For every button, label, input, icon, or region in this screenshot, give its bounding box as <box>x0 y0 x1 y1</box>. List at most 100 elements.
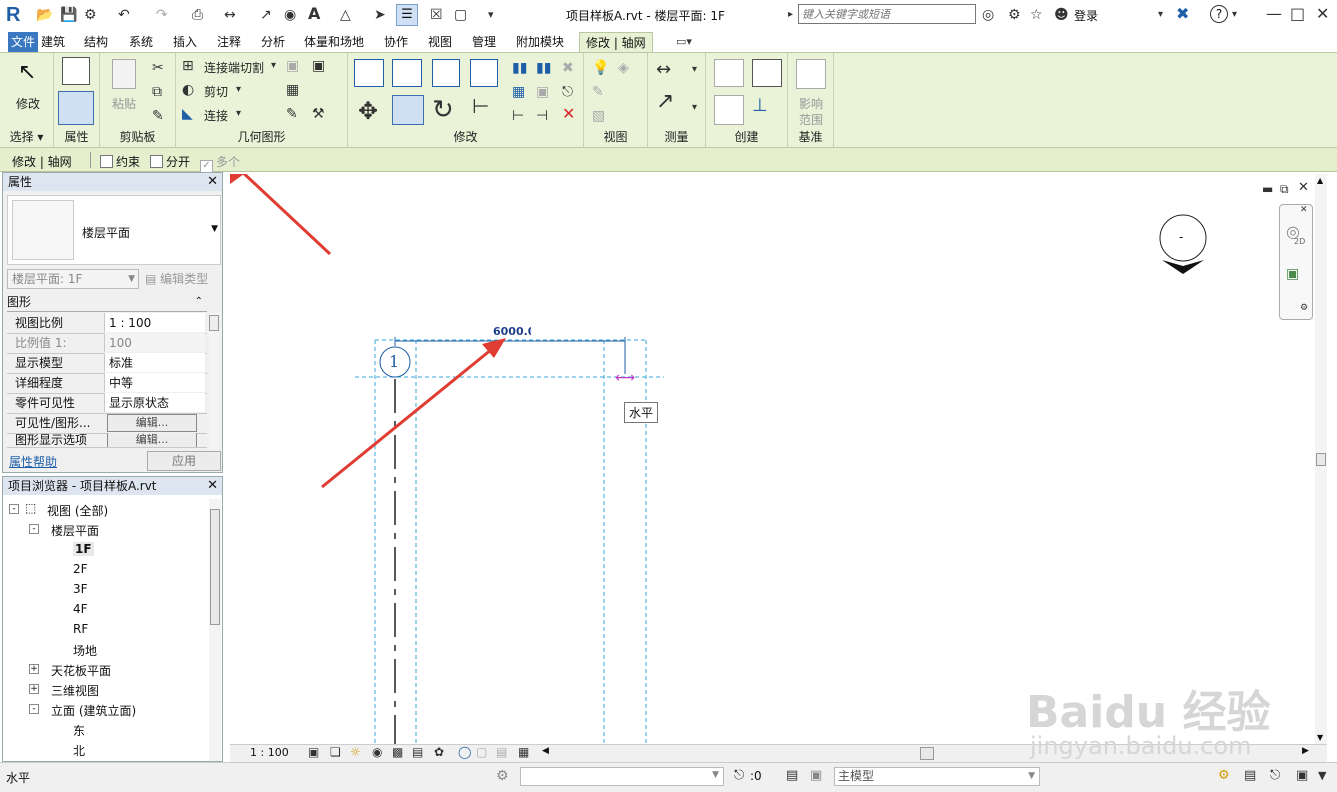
view-minimize-icon[interactable]: ▬ <box>1262 180 1273 198</box>
scope-box-icon[interactable] <box>796 59 826 89</box>
dimension-icon[interactable]: ↗ <box>656 91 674 113</box>
join-cut-icon[interactable]: ⊞ <box>182 57 194 75</box>
constraint-option[interactable]: 约束 <box>100 153 140 170</box>
type-dropdown-icon[interactable]: ▼ <box>211 224 218 234</box>
modify-button[interactable]: 修改 <box>16 95 40 112</box>
pin-icon[interactable]: ⎋ <box>562 83 573 101</box>
filter-icon[interactable]: ⎋ <box>734 767 744 785</box>
tab-annotate[interactable]: 注释 <box>217 32 241 52</box>
tab-manage[interactable]: 管理 <box>472 32 496 52</box>
demolish-icon[interactable]: ✎ <box>286 105 298 123</box>
search-expand-icon[interactable]: ▸ <box>788 6 793 24</box>
cut-scissors-icon[interactable]: ✂ <box>152 59 164 77</box>
unlocked-3d-icon[interactable]: ✿ <box>434 743 444 761</box>
analytical-model-icon[interactable]: ▦ <box>518 743 529 761</box>
hide-element-icon[interactable]: 💡 <box>592 59 609 77</box>
split-face-icon[interactable]: ▣ <box>312 57 325 75</box>
create-parts-icon[interactable] <box>714 95 744 125</box>
prop-row-detail-level[interactable]: 详细程度 中等 <box>7 373 207 394</box>
search-input[interactable] <box>798 4 976 24</box>
visual-style-icon[interactable]: ❏ <box>330 743 341 761</box>
workset-dropdown[interactable]: ▼ <box>520 767 724 786</box>
create-group-icon[interactable] <box>752 59 782 87</box>
hscroll-right-icon[interactable]: ▶ <box>1302 746 1309 756</box>
paste-icon[interactable] <box>112 59 136 89</box>
tab-add-ins[interactable]: 附加模块 <box>516 32 564 52</box>
browser-item[interactable]: + 天花板平面 <box>3 659 207 679</box>
type-instance-selector[interactable]: 楼层平面: 1F ▼ <box>7 269 139 289</box>
browser-item[interactable]: - 楼层平面 <box>3 519 207 539</box>
apply-button[interactable]: 应用 <box>147 451 221 471</box>
close-icon[interactable]: ✕ <box>1316 5 1329 23</box>
browser-scrollbar[interactable] <box>209 499 221 761</box>
measure-dropdown-icon[interactable]: ▾ <box>692 61 697 79</box>
view-scale[interactable]: 1 : 100 <box>250 746 289 759</box>
cut-profile-icon[interactable]: ▧ <box>592 107 605 125</box>
select-underlay-icon[interactable]: ▤ <box>1244 767 1256 785</box>
tab-structure[interactable]: 结构 <box>84 32 108 52</box>
crop-view-icon[interactable]: ▩ <box>392 743 403 761</box>
tab-massing-site[interactable]: 体量和场地 <box>304 32 364 52</box>
subscription-icon[interactable]: ⚙ <box>1008 6 1021 24</box>
undo-icon[interactable]: ↶ <box>118 6 130 24</box>
maximize-icon[interactable]: □ <box>1290 5 1305 23</box>
temp-view-props-icon[interactable]: ▤ <box>496 743 507 761</box>
join-cut-button[interactable]: 连接端切割 <box>204 59 264 76</box>
join-icon[interactable]: ◣ <box>182 105 193 123</box>
scope-box-label-1[interactable]: 影响 <box>799 95 823 112</box>
prop-row-graphic-display[interactable]: 图形显示选项 编辑... <box>7 433 207 448</box>
temporary-hide-icon[interactable]: ◯ <box>458 743 471 761</box>
properties-help-link[interactable]: 属性帮助 <box>9 453 57 470</box>
cut-dropdown-icon[interactable]: ▾ <box>236 81 241 99</box>
create-assembly-icon[interactable] <box>714 59 744 87</box>
browser-item[interactable]: 场地 <box>3 639 207 659</box>
text-icon[interactable]: A <box>308 5 320 23</box>
hammer-icon[interactable]: ⚒ <box>312 105 325 123</box>
open-icon[interactable]: 📂 <box>36 6 53 24</box>
help-dropdown-icon[interactable]: ▾ <box>1232 6 1237 24</box>
design-options-icon[interactable]: ▣ <box>810 767 822 785</box>
login-dropdown-icon[interactable]: ▾ <box>1158 6 1163 24</box>
select-panel-label[interactable]: 选择 ▾ <box>0 128 53 145</box>
prop-value[interactable]: 1 : 100 <box>104 313 205 332</box>
tab-collaborate[interactable]: 协作 <box>384 32 408 52</box>
offset-icon[interactable] <box>392 59 422 87</box>
prop-row-parts-visibility[interactable]: 零件可见性 显示原状态 <box>7 393 207 414</box>
revit-logo[interactable]: R <box>6 4 26 26</box>
prop-row-display-model[interactable]: 显示模型 标准 <box>7 353 207 374</box>
design-option-dropdown[interactable]: 主模型 ▼ <box>834 767 1040 786</box>
help-button[interactable]: ? <box>1210 5 1228 23</box>
tab-analyze[interactable]: 分析 <box>261 32 285 52</box>
vertical-scroll-thumb[interactable] <box>1316 453 1326 466</box>
browser-item[interactable]: 3F <box>3 579 207 599</box>
browser-item[interactable]: - ⬚ 视图 (全部) <box>3 499 207 519</box>
join-dropdown-icon[interactable]: ▾ <box>236 105 241 123</box>
trim-icon[interactable]: ⊢ <box>512 107 524 125</box>
switch-windows-icon[interactable]: ▢ <box>454 6 467 24</box>
paste-button[interactable]: 粘贴 <box>112 95 136 112</box>
nav-options-icon[interactable]: ⚙ <box>1300 299 1308 317</box>
collapse-icon[interactable]: - <box>29 704 39 714</box>
measure-icon[interactable]: ↔ <box>224 6 236 24</box>
print-icon[interactable]: ⎙ <box>192 6 203 24</box>
user-icon[interactable]: ☻ <box>1054 6 1069 24</box>
view-close-icon[interactable]: ✕ <box>1298 179 1309 197</box>
edit-type-button[interactable]: ▤ 编辑类型 <box>145 269 208 289</box>
reveal-hidden-icon[interactable]: ▢ <box>476 743 487 761</box>
type-properties-icon[interactable] <box>62 57 90 85</box>
prop-value[interactable]: 中等 <box>104 373 205 392</box>
sync-icon[interactable]: ⚙ <box>84 6 97 24</box>
scale-icon[interactable]: ▣ <box>536 83 549 101</box>
tab-modify-grid[interactable]: 修改 | 轴网 <box>579 32 653 52</box>
show-crop-icon[interactable]: ▤ <box>412 743 423 761</box>
split-checkbox[interactable] <box>150 155 163 168</box>
browser-item[interactable]: - 立面 (建筑立面) <box>3 699 207 719</box>
properties-icon[interactable] <box>58 91 94 125</box>
align-icon[interactable] <box>354 59 384 87</box>
extend-icon[interactable]: ⊣ <box>536 107 548 125</box>
delete-icon[interactable]: ✕ <box>562 105 575 123</box>
browser-item[interactable]: RF <box>3 619 207 639</box>
view-restore-icon[interactable]: ⧉ <box>1280 180 1289 198</box>
3d-view-icon[interactable]: △ <box>340 6 351 24</box>
sun-path-icon[interactable]: ☼ <box>350 743 361 761</box>
